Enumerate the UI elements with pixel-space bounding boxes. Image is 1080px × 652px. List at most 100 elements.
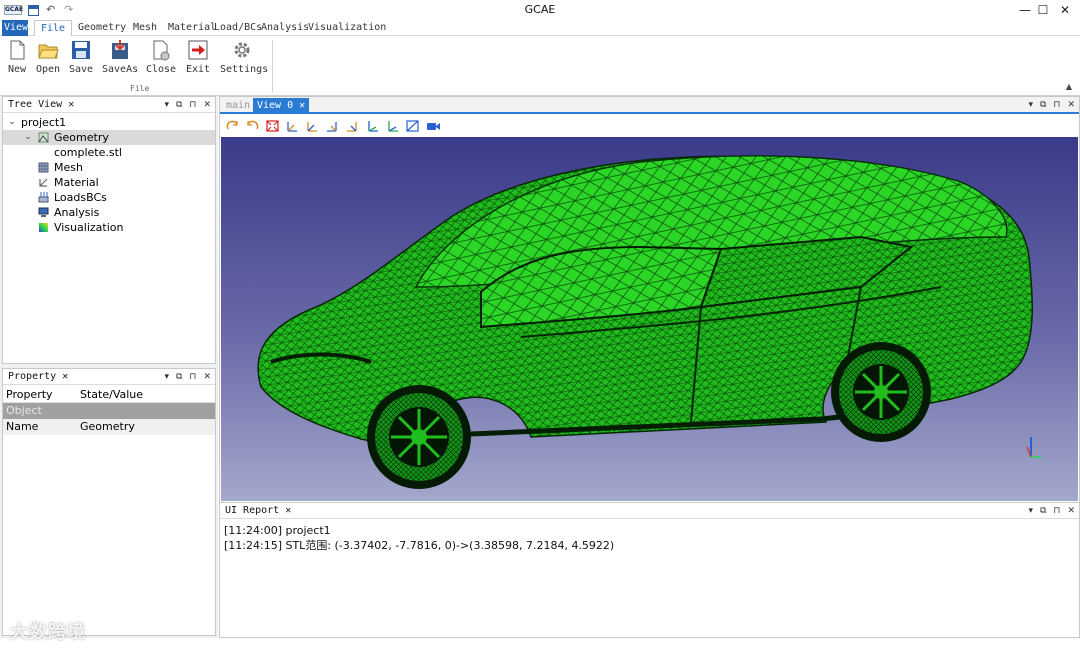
new-document-icon (10, 40, 25, 60)
float-icon[interactable]: ⧉ (176, 97, 182, 113)
tree-item-label: LoadsBCs (54, 191, 107, 204)
view-iso-icon[interactable] (405, 119, 420, 133)
property-tab[interactable]: Property ✕ (5, 369, 71, 385)
maximize-button[interactable]: ☐ (1032, 0, 1054, 20)
report-panel: UI Report ✕ ▾ ⧉ ⊓ ✕ [11:24:00] project1 … (219, 502, 1080, 638)
3d-viewport[interactable] (221, 137, 1078, 501)
close-button[interactable]: Close (143, 39, 179, 75)
close-icon[interactable]: ✕ (203, 369, 211, 385)
close-icon[interactable]: ✕ (285, 505, 291, 516)
camera-icon[interactable] (426, 119, 441, 133)
front-wheel (367, 385, 471, 489)
view-bottom-icon[interactable] (385, 119, 400, 133)
menu-tab-mesh[interactable]: Mesh (131, 20, 159, 36)
close-icon[interactable]: ✕ (62, 371, 68, 382)
menu-tab-material[interactable]: Material (166, 20, 218, 36)
float-icon[interactable]: ⧉ (176, 369, 182, 385)
ribbon: New Open Save SaveAs Close Exit Settings… (0, 36, 1080, 96)
dropdown-icon[interactable]: ▾ (1028, 503, 1033, 519)
tree-item-complete-stl[interactable]: complete.stl (3, 145, 215, 160)
view-right-icon[interactable] (345, 119, 360, 133)
settings-button[interactable]: Settings (220, 39, 269, 75)
rotate-view-icon[interactable] (225, 119, 240, 133)
expander-icon[interactable]: ⌄ (7, 115, 17, 130)
view-front-icon[interactable] (285, 119, 300, 133)
tree-item-label: Analysis (54, 206, 100, 219)
float-icon[interactable]: ⧉ (1040, 503, 1046, 519)
log-line: [11:24:00] project1 (224, 524, 331, 537)
float-icon[interactable]: ⧉ (1040, 97, 1046, 113)
pin-icon[interactable]: ⊓ (189, 97, 196, 113)
pin-icon[interactable]: ⊓ (189, 369, 196, 385)
save-as-label: SaveAs (102, 64, 139, 75)
fit-all-icon[interactable] (265, 119, 280, 133)
view-top-icon[interactable] (365, 119, 380, 133)
tree-view-title: Tree View (8, 99, 63, 110)
close-document-icon (153, 40, 170, 61)
analysis-icon (38, 207, 49, 217)
pin-icon[interactable]: ⊓ (1053, 97, 1060, 113)
view-tab-bar: main View 0 ✕ ▾ ⧉ ⊓ ✕ (220, 97, 1079, 114)
close-icon[interactable]: ✕ (299, 100, 305, 111)
material-icon (39, 178, 48, 187)
property-name: Name (6, 420, 39, 433)
menu-tab-view[interactable]: View (2, 20, 28, 36)
menu-tab-visualization[interactable]: Visualization (306, 20, 388, 36)
property-value[interactable]: Geometry (80, 419, 135, 435)
menu-tab-loadbcs[interactable]: Load/BCs (212, 20, 264, 36)
save-icon (72, 41, 90, 59)
exit-button[interactable]: Exit (180, 39, 216, 75)
pin-icon[interactable]: ⊓ (1053, 503, 1060, 519)
dropdown-icon[interactable]: ▾ (164, 369, 169, 385)
close-window-button[interactable]: ✕ (1054, 0, 1076, 20)
tree-item-mesh[interactable]: Mesh (3, 160, 215, 175)
property-table-header: Property State/Value (3, 387, 215, 403)
dropdown-icon[interactable]: ▾ (1028, 97, 1033, 113)
tree-item-loadsbcs[interactable]: LoadsBCs (3, 190, 215, 205)
dropdown-icon[interactable]: ▾ (164, 97, 169, 113)
property-group-row: Object (3, 403, 215, 419)
exit-icon (188, 40, 208, 60)
watermark: 大数跨境 (10, 622, 86, 643)
tree-item-label: Material (54, 176, 99, 189)
tree-item-material[interactable]: Material (3, 175, 215, 190)
expander-icon[interactable]: ⌄ (23, 130, 33, 145)
menu-tab-analysis[interactable]: Analysis (259, 20, 311, 36)
axis-triad-icon (1026, 437, 1041, 458)
save-button[interactable]: Save (63, 39, 99, 75)
tree-view-tab[interactable]: Tree View ✕ (5, 97, 77, 113)
view-toolbar (220, 116, 1079, 136)
tree-item-label: Visualization (54, 221, 124, 234)
tab-main[interactable]: main (222, 98, 254, 113)
view-left-icon[interactable] (325, 119, 340, 133)
settings-label: Settings (220, 64, 269, 75)
property-table: Property State/Value Object Name Geometr… (3, 387, 215, 435)
menu-tab-file[interactable]: File (34, 20, 72, 37)
tree-item-project1[interactable]: ⌄ project1 (3, 115, 215, 130)
save-label: Save (68, 64, 94, 75)
gear-icon (234, 42, 250, 58)
rear-wheel (831, 342, 931, 442)
window-title: GCAE (524, 3, 556, 16)
rotate-view-2-icon[interactable] (245, 119, 260, 133)
tree-item-label: Mesh (54, 161, 83, 174)
mesh-icon (38, 162, 49, 173)
view-back-icon[interactable] (305, 119, 320, 133)
tree-item-visualization[interactable]: Visualization (3, 220, 215, 235)
report-log: [11:24:00] project1 [11:24:15] STL范围: (-… (224, 523, 614, 553)
open-button[interactable]: Open (30, 39, 66, 75)
property-row[interactable]: Name Geometry (3, 419, 215, 435)
close-icon[interactable]: ✕ (203, 97, 211, 113)
tree-item-analysis[interactable]: Analysis (3, 205, 215, 220)
save-as-button[interactable]: SaveAs (102, 39, 138, 75)
close-icon[interactable]: ✕ (68, 99, 74, 110)
report-header: UI Report ✕ ▾ ⧉ ⊓ ✕ (220, 503, 1079, 519)
close-icon[interactable]: ✕ (1067, 97, 1075, 113)
tree-item-geometry[interactable]: ⌄ Geometry (3, 130, 215, 145)
property-title: Property (8, 371, 57, 382)
ribbon-collapse-button[interactable]: ▲ (1066, 82, 1072, 91)
report-tab[interactable]: UI Report ✕ (222, 503, 294, 519)
tab-view-0[interactable]: View 0 ✕ (253, 98, 310, 113)
close-icon[interactable]: ✕ (1067, 503, 1075, 519)
menu-tab-geometry[interactable]: Geometry (76, 20, 128, 36)
